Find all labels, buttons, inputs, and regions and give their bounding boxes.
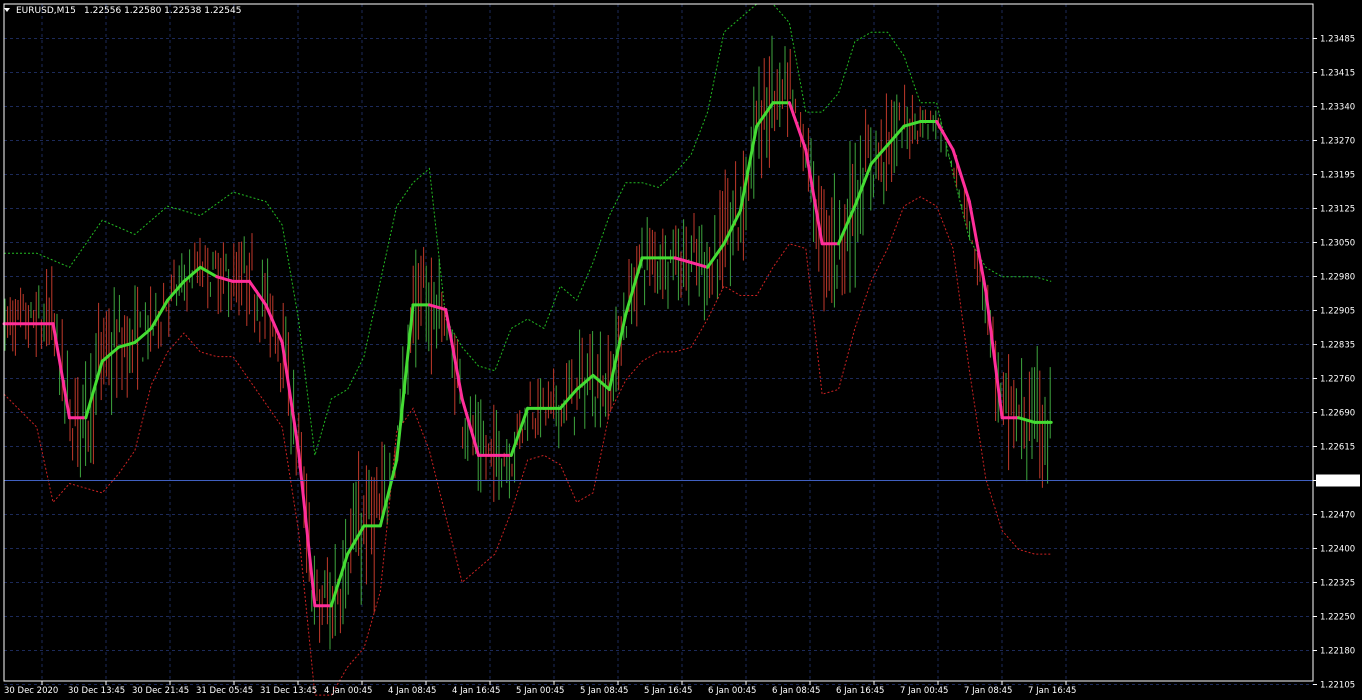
current-price-tag: 1.22545 bbox=[1316, 474, 1360, 487]
current-price-label: 1.22545 bbox=[1319, 477, 1354, 487]
x-tick-label: 5 Jan 08:45 bbox=[580, 686, 628, 696]
x-tick-label: 30 Dec 2020 bbox=[4, 686, 58, 696]
x-tick-label: 6 Jan 16:45 bbox=[836, 686, 884, 696]
chart-background bbox=[0, 0, 1362, 700]
y-tick-label: 1.23125 bbox=[1320, 205, 1355, 215]
y-tick-label: 1.22760 bbox=[1320, 375, 1355, 385]
chart-header[interactable]: EURUSD,M15 1.22556 1.22580 1.22538 1.225… bbox=[4, 6, 241, 16]
y-tick-label: 1.23195 bbox=[1320, 171, 1355, 181]
y-tick-label: 1.22400 bbox=[1320, 545, 1355, 555]
y-tick-label: 1.22470 bbox=[1320, 511, 1355, 521]
y-tick-label: 1.22835 bbox=[1320, 341, 1355, 351]
ohlc-values: 1.22556 1.22580 1.22538 1.22545 bbox=[84, 6, 241, 16]
y-tick-label: 1.22325 bbox=[1320, 579, 1355, 589]
x-tick-label: 4 Jan 16:45 bbox=[452, 686, 500, 696]
x-tick-label: 7 Jan 00:45 bbox=[900, 686, 948, 696]
x-tick-label: 31 Dec 13:45 bbox=[260, 686, 317, 696]
y-tick-label: 1.22980 bbox=[1320, 273, 1355, 283]
x-tick-label: 4 Jan 08:45 bbox=[388, 686, 436, 696]
x-tick-label: 7 Jan 16:45 bbox=[1028, 686, 1076, 696]
y-tick-label: 1.23270 bbox=[1320, 137, 1355, 147]
x-tick-label: 5 Jan 00:45 bbox=[516, 686, 564, 696]
x-tick-label: 30 Dec 21:45 bbox=[132, 686, 189, 696]
x-tick-label: 4 Jan 00:45 bbox=[324, 686, 372, 696]
y-tick-label: 1.23340 bbox=[1320, 103, 1355, 113]
x-tick-label: 7 Jan 08:45 bbox=[964, 686, 1012, 696]
y-tick-label: 1.22180 bbox=[1320, 647, 1355, 657]
x-tick-label: 30 Dec 13:45 bbox=[68, 686, 125, 696]
y-tick-label: 1.22905 bbox=[1320, 307, 1355, 317]
y-tick-label: 1.22615 bbox=[1320, 443, 1355, 453]
x-tick-label: 6 Jan 08:45 bbox=[772, 686, 820, 696]
x-tick-label: 5 Jan 16:45 bbox=[644, 686, 692, 696]
price-chart[interactable]: 1.23485 1.23415 1.23340 1.23270 1.23195 1.231… bbox=[0, 0, 1362, 700]
y-tick-label: 1.22690 bbox=[1320, 409, 1355, 419]
symbol-timeframe: EURUSD,M15 bbox=[16, 6, 76, 16]
y-tick-label: 1.23050 bbox=[1320, 239, 1355, 249]
y-tick-label: 1.22105 bbox=[1320, 681, 1355, 691]
y-tick-label: 1.23415 bbox=[1320, 69, 1355, 79]
x-tick-label: 6 Jan 00:45 bbox=[708, 686, 756, 696]
y-tick-label: 1.23485 bbox=[1320, 35, 1355, 45]
x-tick-label: 31 Dec 05:45 bbox=[196, 686, 253, 696]
y-tick-label: 1.22250 bbox=[1320, 613, 1355, 623]
